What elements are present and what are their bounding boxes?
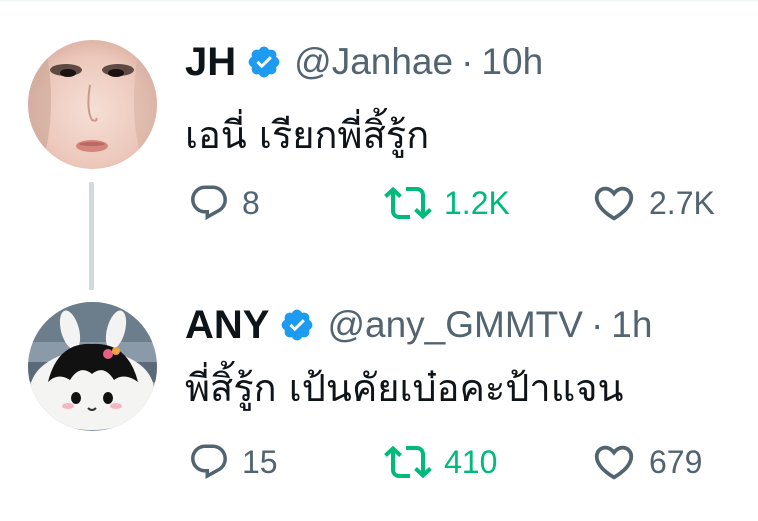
- retweet-icon: [384, 445, 432, 479]
- verified-badge-icon: [246, 44, 282, 80]
- retweet-icon: [384, 186, 432, 220]
- retweet-count: 410: [444, 443, 498, 480]
- display-name[interactable]: ANY: [185, 303, 269, 348]
- like-button[interactable]: 2.7K: [591, 178, 715, 228]
- tweet-header: JH @Janhae · 10h: [185, 34, 543, 90]
- like-count: 2.7K: [649, 184, 715, 221]
- like-count: 679: [649, 443, 703, 480]
- verified-badge-icon: [279, 307, 315, 343]
- timestamp[interactable]: 10h: [481, 41, 543, 83]
- display-name[interactable]: JH: [185, 40, 236, 85]
- tweet-actions: 15 410 679: [0, 437, 758, 487]
- plush-bunny-avatar-icon: [28, 302, 157, 431]
- user-avatar-photo-icon: [28, 40, 157, 169]
- reply-count: 15: [242, 443, 278, 480]
- tweet-header: ANY @any_GMMTV · 1h: [185, 297, 652, 353]
- tweet-text: พี่สิ้รู้ก เป้นคัยเบ๋อคะป้าแจน: [185, 366, 624, 410]
- tweet-text: เอนี่ เรียกพี่สิ้รู้ก: [185, 113, 430, 157]
- reply-icon: [191, 444, 227, 479]
- retweet-count: 1.2K: [444, 184, 510, 221]
- separator-dot: ·: [461, 41, 474, 82]
- tweet-actions: 8 1.2K 2.7K: [0, 178, 758, 228]
- reply-button[interactable]: 8: [188, 178, 260, 228]
- handle[interactable]: @any_GMMTV: [327, 304, 583, 346]
- heart-icon: [594, 445, 634, 480]
- like-button[interactable]: 679: [591, 437, 702, 487]
- reply-count: 8: [242, 184, 260, 221]
- avatar[interactable]: [28, 302, 157, 431]
- retweet-button[interactable]: 1.2K: [384, 178, 510, 228]
- tweet-any[interactable]: ANY @any_GMMTV · 1h พี่สิ้รู้ก เป้นคัยเบ…: [0, 292, 758, 521]
- timestamp[interactable]: 1h: [611, 304, 652, 346]
- reply-icon: [191, 185, 227, 220]
- tweet-jh[interactable]: JH @Janhae · 10h เอนี่ เรียกพี่สิ้รู้ก 8…: [0, 0, 758, 255]
- retweet-button[interactable]: 410: [384, 437, 497, 487]
- separator-dot: ·: [590, 304, 604, 345]
- handle[interactable]: @Janhae: [294, 41, 453, 83]
- avatar[interactable]: [28, 40, 157, 169]
- reply-button[interactable]: 15: [188, 437, 278, 487]
- heart-icon: [594, 186, 634, 221]
